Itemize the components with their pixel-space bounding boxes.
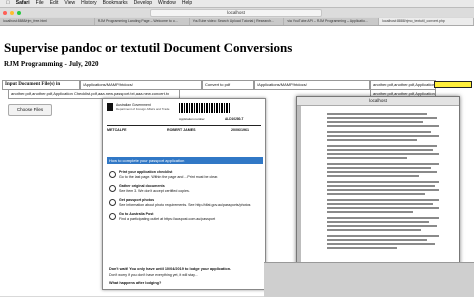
barcode [179,103,231,113]
tab-3[interactable]: YouTube video: Search Upload Tutorial | … [190,18,285,25]
post-office-icon [109,213,116,220]
menu-history[interactable]: History [81,0,97,7]
minimize-window-button[interactable] [10,10,14,15]
step-1-title: Print your application checklist [119,170,173,174]
convert-select[interactable]: Convert to pdf [202,80,254,90]
department-name: Department of Foreign Affairs and Trade [116,107,170,111]
menu-develop[interactable]: Develop [134,0,152,7]
divider [107,125,261,126]
coat-of-arms-icon [107,103,113,111]
window-title: localhost [297,97,459,106]
step-4-desc: Find a participating outlet at https://a… [119,217,216,221]
menu-window[interactable]: Window [158,0,176,7]
documents-icon [109,185,116,192]
tab-4[interactable]: via YouTube API – RJM Programming – Appl… [284,18,380,25]
page-subtitle: RJM Programming - July, 2020 [4,60,99,68]
surname: METCALFE [107,128,127,132]
application-number: ALD10280-T [225,117,244,121]
output-folder-field[interactable]: /Applications/MAMP/htdocs/ [254,80,370,90]
status-bar-highlight [434,81,472,88]
apple-menu-icon[interactable]:  [6,0,10,7]
menu-edit[interactable]: Edit [50,0,59,7]
printer-icon [109,171,116,178]
choose-files-button[interactable]: Choose Files [8,104,52,116]
tab-2[interactable]: RJM Programming Landing Page – Welcome t… [95,18,190,25]
zoom-window-button[interactable] [17,10,21,15]
application-number-label: Application number [179,117,205,121]
step-3-desc: See information about photo requirements… [119,203,251,207]
tab-bar: localhost:8888/rjm_free.html RJM Program… [0,18,474,26]
tab-1[interactable]: localhost:8888/rjm_free.html [0,18,95,25]
after-lodging-heading: What happens after lodging? [109,281,162,285]
step-3-title: Get passport photos [119,198,155,202]
given-names: ROBERT JAMES [167,128,196,132]
menu-file[interactable]: File [36,0,44,7]
deadline-note: Don't worry if you don't have everything… [109,273,198,277]
address-bar[interactable]: localhost [150,9,322,17]
menu-bar:  Safari File Edit View History Bookmark… [0,0,474,8]
menu-help[interactable]: Help [182,0,192,7]
instructions-heading: How to complete your passport applicatio… [107,157,263,164]
page-title: Supervise pandoc or textutil Document Co… [4,40,293,55]
camera-icon [109,199,116,206]
tab-5-active[interactable]: localhost:8888/rjmo_textutil_convert.php [379,18,474,25]
text-output-window[interactable]: localhost [296,96,460,266]
step-2-title: Gather original documents [119,184,165,188]
step-4-title: Go to Australia Post [119,212,154,216]
scrollbar[interactable] [297,106,301,265]
pdf-preview-window[interactable]: Australian Government Department of Fore… [102,98,266,290]
menu-bookmarks[interactable]: Bookmarks [103,0,128,7]
pdf-header: Australian Government Department of Fore… [107,103,261,139]
deadline-notice: Don't wait! You only have until 10/04/20… [109,267,232,271]
background-window-edge [264,262,474,297]
date-of-birth: 20/06/1961 [231,128,249,132]
step-2-desc: See item 3. We don't accept certified co… [119,189,190,193]
menu-view[interactable]: View [64,0,75,7]
step-1-desc: Go to the last page. Within the page and… [119,175,219,179]
close-window-button[interactable] [3,10,7,15]
app-menu[interactable]: Safari [16,0,30,7]
